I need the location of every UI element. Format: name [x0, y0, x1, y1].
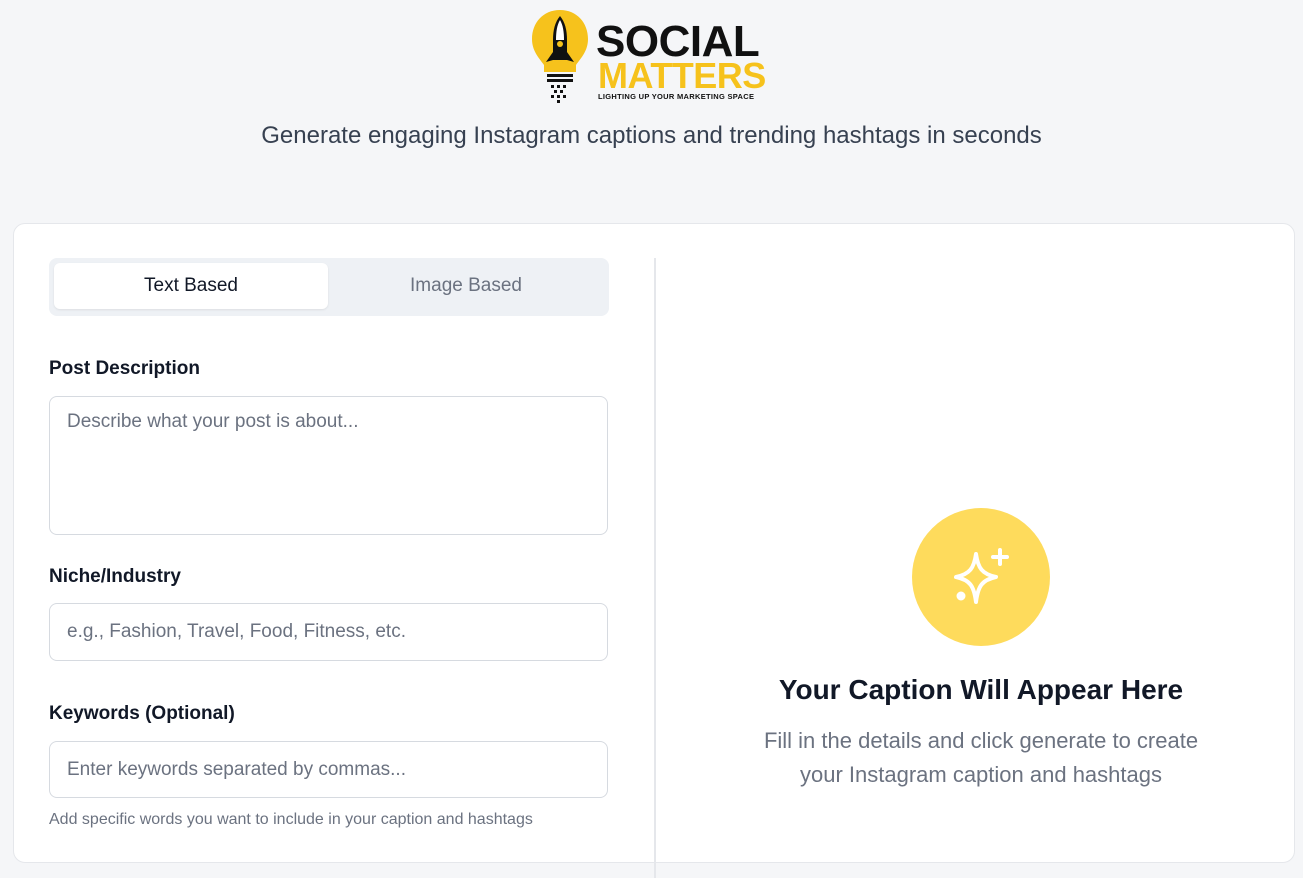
brand-logo: SOCIAL MATTERS LIGHTING UP YOUR MARKETIN… [528, 8, 788, 104]
tab-image-based[interactable]: Image Based [329, 263, 603, 309]
sparkles-icon-badge [912, 508, 1050, 646]
niche-input[interactable] [49, 603, 608, 661]
panel-divider [654, 258, 656, 878]
brand-name-bottom: MATTERS [598, 55, 766, 96]
keywords-label: Keywords (Optional) [49, 703, 235, 724]
sparkles-icon [954, 548, 1009, 604]
result-description: Fill in the details and click generate t… [763, 728, 1199, 787]
keywords-input[interactable] [49, 741, 608, 798]
brand-tagline: LIGHTING UP YOUR MARKETING SPACE [598, 92, 755, 101]
niche-label: Niche/Industry [49, 566, 181, 587]
result-title: Your Caption Will Appear Here [778, 674, 1184, 705]
page-header: SOCIAL MATTERS LIGHTING UP YOUR MARKETIN… [0, 0, 1303, 224]
page-subtitle: Generate engaging Instagram captions and… [261, 122, 1042, 149]
post-description-input[interactable] [49, 396, 608, 535]
post-description-label: Post Description [49, 358, 200, 379]
generator-card: Text Based Image Based Post Description … [13, 223, 1295, 878]
mode-tabs: Text Based Image Based [49, 258, 609, 316]
lightbulb-rocket-icon [532, 10, 588, 103]
keywords-hint: Add specific words you want to include i… [49, 811, 533, 828]
tab-text-based[interactable]: Text Based [54, 263, 328, 309]
